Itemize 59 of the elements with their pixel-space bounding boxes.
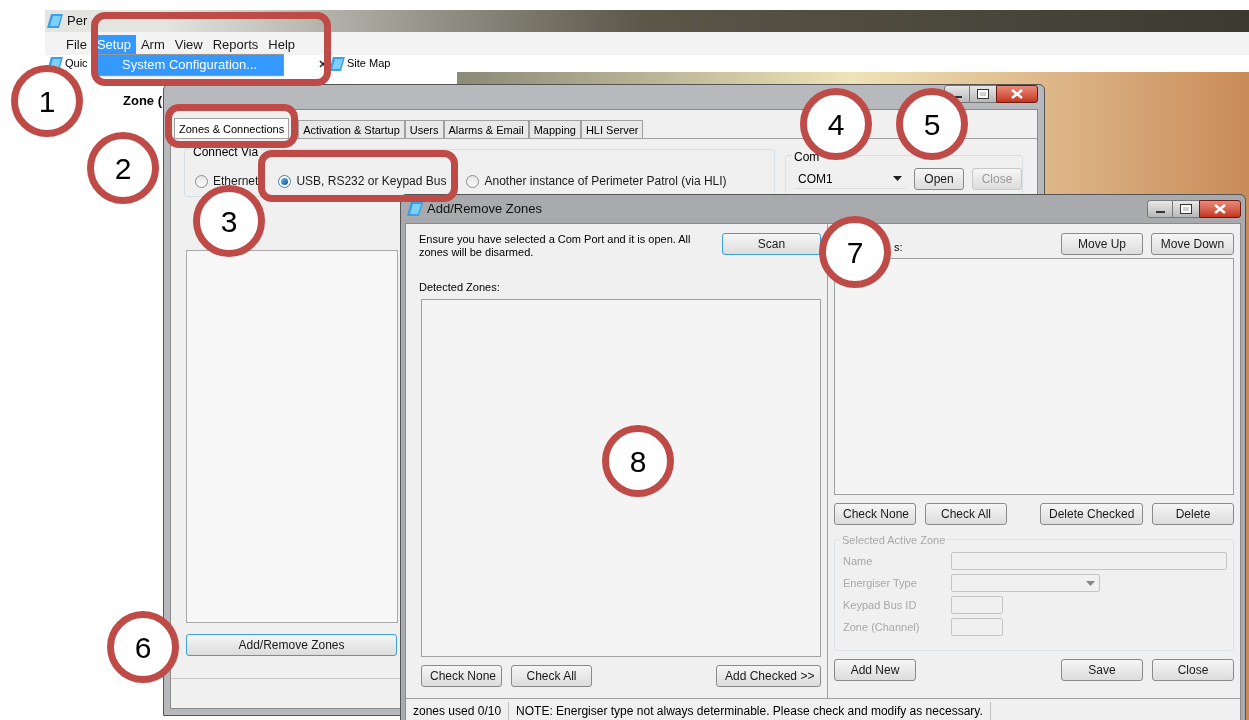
- dropdown-field[interactable]: [951, 574, 1100, 592]
- radio-button[interactable]: [466, 174, 480, 188]
- button[interactable]: Add Checked >>: [716, 664, 821, 687]
- button[interactable]: Check None: [834, 503, 916, 525]
- tab[interactable]: HLI Server: [580, 120, 644, 138]
- toolbar-item[interactable]: Site Map: [347, 55, 391, 72]
- tab[interactable]: Alarms & Email: [443, 120, 529, 138]
- dropdown-arrow-icon: [893, 176, 902, 181]
- button[interactable]: Check None: [421, 664, 502, 687]
- status-text: NOTE: Energiser type not always determinable. Please check and modify as necessary.: [509, 701, 991, 720]
- com-port-dropdown[interactable]: COM1: [794, 169, 906, 189]
- radio-button[interactable]: [195, 174, 208, 188]
- button[interactable]: Check All: [511, 664, 592, 687]
- zone-heading: Zone (: [123, 93, 162, 108]
- close-icon: [319, 59, 327, 68]
- button[interactable]: Open: [914, 168, 964, 190]
- app-logo-icon: [47, 14, 63, 28]
- maximize-button[interactable]: [1173, 200, 1199, 218]
- radio-label: Another instance of Perimeter Patrol (via HLI): [484, 173, 727, 190]
- dialog-title: Add/Remove Zones: [427, 200, 542, 219]
- button[interactable]: Save: [1061, 659, 1143, 681]
- tab[interactable]: Mapping: [528, 120, 581, 138]
- close-icon: [1214, 204, 1226, 214]
- menu-item[interactable]: Reports: [207, 35, 264, 55]
- instructions-text: Ensure you have selected a Com Port and it is open. All zones will be disarmed.: [419, 233, 692, 259]
- close-button[interactable]: [1199, 200, 1241, 218]
- field-label: Zone (Channel): [843, 619, 921, 635]
- button[interactable]: Check All: [925, 503, 1007, 525]
- button[interactable]: Close: [1152, 659, 1234, 681]
- button[interactable]: Move Down: [1151, 233, 1234, 255]
- tab[interactable]: Users: [404, 120, 444, 138]
- button[interactable]: Move Up: [1061, 233, 1143, 255]
- field-label: Keypad Bus ID: [843, 597, 918, 613]
- tab[interactable]: Zones & Connections: [174, 118, 290, 138]
- section-label: Detected Zones:: [419, 280, 501, 295]
- dropdown-arrow-icon: [1086, 580, 1095, 586]
- button[interactable]: Delete: [1152, 503, 1234, 525]
- close-icon: [1011, 89, 1023, 99]
- menu-item[interactable]: Help: [263, 35, 300, 55]
- field-label: Energiser Type: [843, 575, 918, 591]
- button[interactable]: Add/Remove Zones: [186, 634, 397, 656]
- menu-item[interactable]: Arm: [135, 35, 170, 55]
- radio-button[interactable]: [278, 174, 292, 188]
- button[interactable]: Delete Checked: [1040, 503, 1143, 525]
- radio-label: USB, RS232 or Keypad Bus: [296, 173, 447, 190]
- status-text: zones used 0/10: [406, 701, 510, 720]
- button[interactable]: Scan: [721, 233, 821, 255]
- maximize-button[interactable]: [970, 85, 996, 103]
- button[interactable]: Add New: [834, 659, 916, 681]
- menu-item[interactable]: File: [61, 35, 92, 55]
- field-label: Name: [843, 553, 874, 569]
- minimize-button[interactable]: [1147, 200, 1173, 218]
- menu-item[interactable]: View: [169, 35, 208, 55]
- close-button[interactable]: [996, 85, 1038, 103]
- tab[interactable]: Activation & Startup: [298, 120, 405, 138]
- app-logo-icon: [407, 202, 423, 216]
- section-label: s:: [894, 239, 903, 255]
- app-logo-icon: [329, 56, 345, 71]
- window-title: Per: [67, 12, 88, 31]
